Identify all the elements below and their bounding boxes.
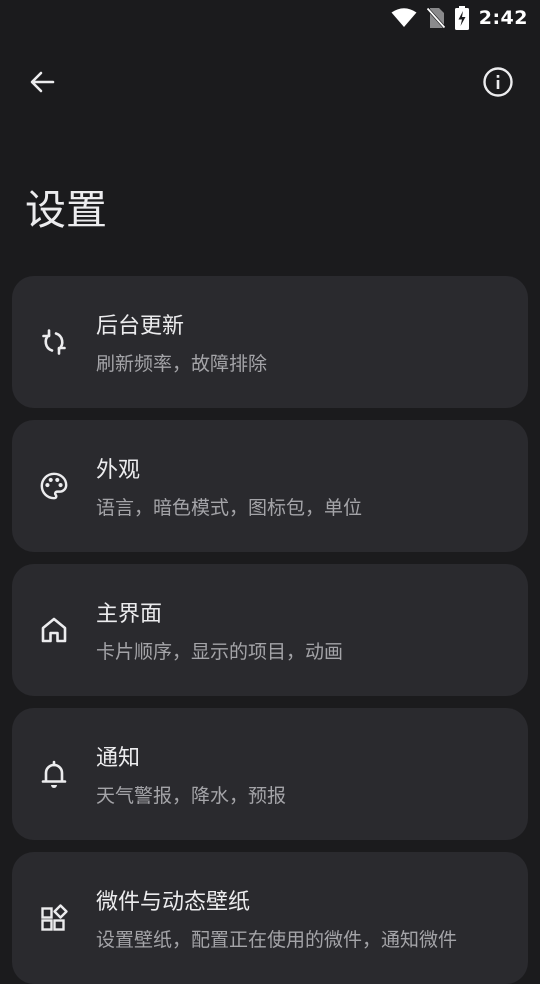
settings-list: 后台更新 刷新频率，故障排除 外观 语言，暗色模式，图标包，单位 主界面 卡片顺… xyxy=(12,276,528,984)
top-app-bar xyxy=(0,56,540,112)
settings-item-background-updates[interactable]: 后台更新 刷新频率，故障排除 xyxy=(12,276,528,408)
status-bar: 2:42 xyxy=(0,0,540,36)
settings-item-title: 后台更新 xyxy=(96,314,185,339)
arrow-back-icon xyxy=(28,68,56,100)
settings-item-appearance[interactable]: 外观 语言，暗色模式，图标包，单位 xyxy=(12,420,528,552)
palette-icon xyxy=(39,471,69,501)
settings-item-subtitle: 天气警报，降水，预报 xyxy=(96,785,287,807)
home-icon xyxy=(39,615,69,645)
settings-item-subtitle: 刷新频率，故障排除 xyxy=(96,353,268,375)
back-button[interactable] xyxy=(14,56,70,112)
status-time: 2:42 xyxy=(478,7,528,29)
settings-item-title: 主界面 xyxy=(96,602,163,627)
settings-item-widgets-wallpaper[interactable]: 微件与动态壁纸 设置壁纸，配置正在使用的微件，通知微件 xyxy=(12,852,528,984)
settings-item-main-screen[interactable]: 主界面 卡片顺序，显示的项目，动画 xyxy=(12,564,528,696)
settings-item-subtitle: 设置壁纸，配置正在使用的微件，通知微件 xyxy=(96,929,458,951)
widgets-icon xyxy=(39,903,69,933)
no-sim-icon xyxy=(426,7,445,29)
page-title: 设置 xyxy=(25,186,107,234)
settings-item-title: 微件与动态壁纸 xyxy=(96,890,251,915)
info-button[interactable] xyxy=(470,56,526,112)
bell-icon xyxy=(39,759,69,789)
settings-item-subtitle: 语言，暗色模式，图标包，单位 xyxy=(96,497,363,519)
info-icon xyxy=(482,66,514,102)
battery-charging-icon xyxy=(454,6,469,30)
settings-item-title: 通知 xyxy=(96,746,141,771)
wifi-icon xyxy=(391,8,417,28)
sync-icon xyxy=(39,327,69,357)
settings-item-subtitle: 卡片顺序，显示的项目，动画 xyxy=(96,641,344,663)
settings-item-notifications[interactable]: 通知 天气警报，降水，预报 xyxy=(12,708,528,840)
settings-item-title: 外观 xyxy=(96,458,141,483)
